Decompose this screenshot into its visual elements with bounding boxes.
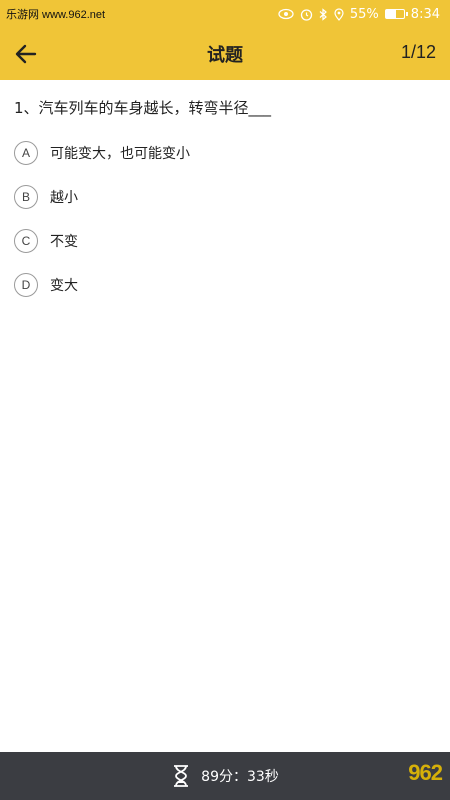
battery-level — [385, 10, 396, 18]
option-letter: D — [14, 273, 38, 297]
option-letter: B — [14, 185, 38, 209]
page-title: 试题 — [207, 45, 243, 66]
hourglass-icon — [174, 765, 189, 787]
question-counter: 1/12 — [400, 42, 436, 62]
option-a[interactable]: A 可能变大，也可能变小 — [14, 131, 434, 175]
battery-percent: 55% — [349, 6, 379, 22]
eye-icon — [278, 8, 294, 20]
arrow-left-icon — [15, 44, 37, 64]
location-icon — [334, 7, 344, 21]
status-icons: 55% 8:34 — [278, 7, 440, 22]
battery-icon — [384, 9, 408, 19]
watermark-text: 乐游网 www.962.net — [6, 9, 106, 21]
bluetooth-icon — [319, 7, 328, 21]
option-letter: A — [14, 141, 38, 165]
option-b[interactable]: B 越小 — [14, 175, 434, 219]
timer-bar: 89分：33秒 962 — [0, 752, 450, 800]
option-text: 越小 — [50, 190, 78, 206]
option-d[interactable]: D 变大 — [14, 263, 434, 307]
option-c[interactable]: C 不变 — [14, 219, 434, 263]
question-text: 1、汽车列车的车身越长，转弯半径___ — [14, 99, 272, 117]
option-text: 变大 — [50, 278, 78, 294]
option-list: A 可能变大，也可能变小 B 越小 C 不变 D 变大 — [14, 131, 434, 307]
option-letter: C — [14, 229, 38, 253]
site-logo: 962 — [408, 760, 443, 785]
app-bar: 试题 1/12 — [0, 28, 450, 80]
option-text: 不变 — [50, 234, 78, 250]
alarm-icon — [300, 8, 313, 21]
clock: 8:34 — [410, 6, 440, 22]
back-button[interactable] — [12, 40, 40, 68]
option-text: 可能变大，也可能变小 — [50, 146, 190, 162]
status-bar: 乐游网 www.962.net 55% 8:34 — [0, 0, 450, 28]
timer-text: 89分：33秒 — [201, 769, 279, 785]
